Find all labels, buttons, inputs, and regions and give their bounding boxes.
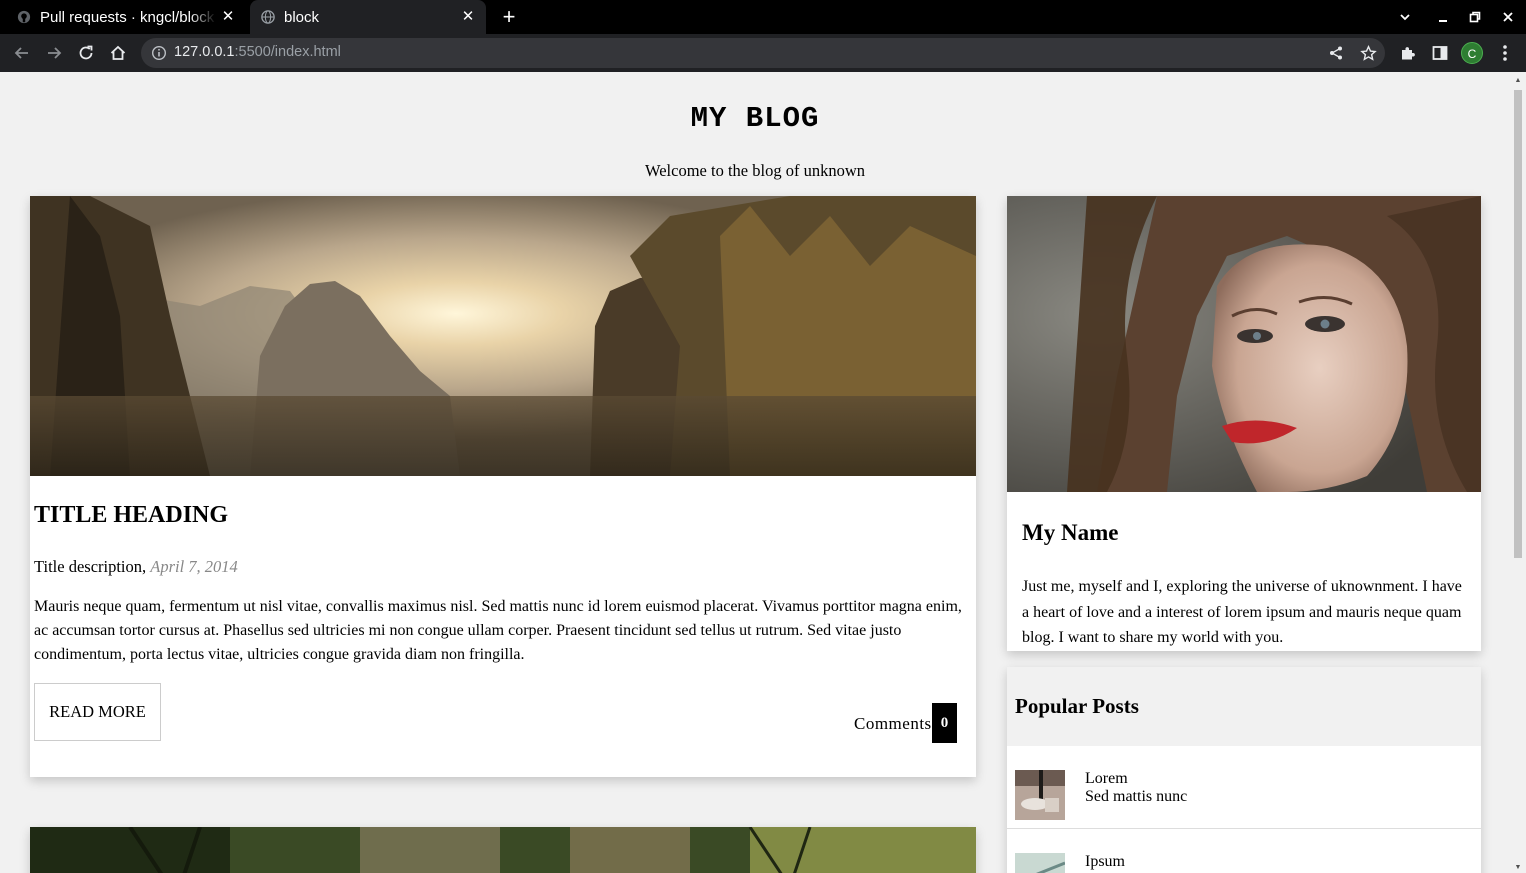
side-panel-icon[interactable]	[1430, 43, 1450, 63]
popular-posts-card: Popular Posts Lorem Sed mattis nunc Ipsu…	[1007, 667, 1481, 873]
post-date: April 7, 2014	[150, 557, 238, 576]
tab-block[interactable]: block ✕	[250, 0, 486, 34]
tab-search-icon[interactable]	[1396, 8, 1414, 26]
page-scrollbar[interactable]: ▲ ▼	[1510, 72, 1526, 873]
comments-label[interactable]: Comments	[854, 714, 932, 734]
back-icon[interactable]	[12, 43, 32, 63]
close-tab-icon[interactable]: ✕	[460, 9, 476, 25]
profile-photo	[1007, 196, 1481, 492]
popular-post-title: Lorem	[1085, 770, 1128, 787]
close-window-icon[interactable]	[1499, 8, 1517, 26]
post-image-mountain-sunset	[30, 196, 976, 476]
site-info-icon[interactable]	[151, 45, 167, 61]
post-title: TITLE HEADING	[34, 502, 229, 528]
profile-avatar[interactable]: C	[1461, 42, 1483, 64]
browser-menu-icon[interactable]	[1495, 43, 1515, 63]
post-body: Mauris neque quam, fermentum ut nisl vit…	[34, 598, 962, 663]
comments-count-badge: 0	[932, 703, 957, 743]
popular-post-thumbnail	[1015, 853, 1065, 873]
profile-bio: Just me, myself and I, exploring the uni…	[1022, 578, 1462, 646]
popular-posts-title: Popular Posts	[1015, 694, 1139, 718]
url-text: 127.0.0.1:5500/index.html	[174, 44, 341, 60]
profile-name: My Name	[1022, 520, 1119, 545]
popular-post-title: Ipsum	[1085, 853, 1125, 870]
globe-icon	[260, 9, 276, 25]
post-meta: Title description, April 7, 2014	[34, 557, 238, 577]
home-icon[interactable]	[108, 43, 128, 63]
reload-icon[interactable]	[76, 43, 96, 63]
minimize-icon[interactable]	[1434, 8, 1452, 26]
forward-icon[interactable]	[44, 43, 64, 63]
blog-title: MY BLOG	[690, 102, 820, 135]
bookmark-star-icon[interactable]	[1358, 43, 1378, 63]
close-tab-icon[interactable]: ✕	[220, 9, 236, 25]
tab-label: block	[284, 8, 320, 26]
post-description: Title description,	[34, 557, 147, 576]
browser-toolbar: 127.0.0.1:5500/index.html C	[0, 34, 1526, 72]
read-more-button[interactable]: READ MORE	[34, 683, 161, 741]
github-icon	[16, 9, 32, 25]
popular-post-subtitle: Sed mattis nunc	[1085, 788, 1188, 805]
page-viewport: MY BLOG Welcome to the blog of unknown T…	[0, 72, 1510, 873]
popular-post-thumbnail	[1015, 770, 1065, 820]
blog-post-card-2-image	[30, 827, 976, 873]
tab-label: Pull requests · kngcl/block	[40, 8, 215, 26]
share-icon[interactable]	[1326, 43, 1346, 63]
scroll-down-arrow[interactable]: ▼	[1514, 863, 1522, 871]
new-tab-button[interactable]: +	[499, 6, 519, 28]
blog-subtitle: Welcome to the blog of unknown	[644, 161, 865, 180]
popular-post-item[interactable]: Lorem Sed mattis nunc	[1007, 746, 1481, 829]
profile-card: My Name Just me, myself and I, exploring…	[1007, 196, 1481, 651]
scroll-up-arrow[interactable]: ▲	[1514, 76, 1522, 84]
popular-post-item[interactable]: Ipsum	[1007, 829, 1481, 873]
url-path: :5500/index.html	[234, 44, 341, 60]
blog-post-card: TITLE HEADING Title description, April 7…	[30, 196, 976, 777]
popular-posts-header: Popular Posts	[1007, 667, 1481, 746]
address-bar[interactable]: 127.0.0.1:5500/index.html	[141, 38, 1385, 68]
url-host: 127.0.0.1	[174, 44, 235, 60]
extensions-icon[interactable]	[1398, 43, 1418, 63]
tab-strip: Pull requests · kngcl/block ✕ block ✕ +	[0, 0, 1526, 34]
scrollbar-thumb[interactable]	[1514, 90, 1522, 558]
tab-pull-requests[interactable]: Pull requests · kngcl/block ✕	[16, 0, 246, 34]
restore-icon[interactable]	[1466, 8, 1484, 26]
